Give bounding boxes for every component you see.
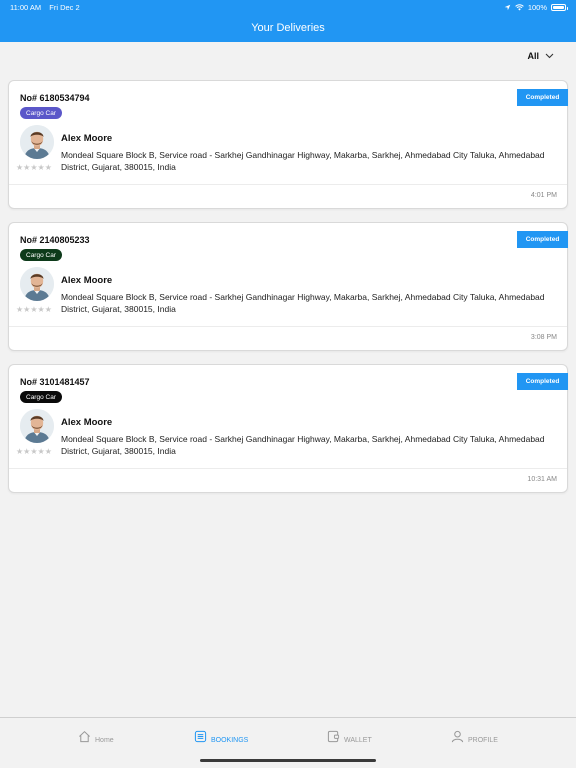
- battery-icon: [551, 3, 568, 11]
- home-icon: [79, 730, 90, 743]
- nav-item-home[interactable]: Home: [78, 730, 114, 744]
- nav-label-wallet: WALLET: [344, 737, 372, 744]
- filter-label: All: [527, 51, 539, 61]
- order-number: No# 2140805233: [20, 235, 90, 245]
- delivery-card[interactable]: No# 3101481457 Cargo Car Completed ★★★★★…: [8, 364, 568, 493]
- wifi-icon: [515, 3, 524, 10]
- nav-label-bookings: BOOKINGS: [211, 737, 249, 744]
- nav-item-profile[interactable]: PROFILE: [451, 730, 498, 744]
- bookings-icon: [194, 730, 207, 743]
- nav-label-profile: PROFILE: [468, 737, 498, 744]
- filter-dropdown[interactable]: All: [527, 48, 554, 64]
- vehicle-badge: Cargo Car: [20, 107, 62, 119]
- card-divider: [9, 468, 567, 469]
- avatar: [20, 409, 54, 443]
- driver-name: Alex Moore: [61, 417, 113, 428]
- delivery-address: Mondeal Square Block B, Service road - S…: [61, 434, 545, 456]
- status-bar-right: 100%: [504, 2, 568, 12]
- battery-percent: 100%: [527, 2, 547, 12]
- vehicle-badge: Cargo Car: [20, 391, 62, 403]
- delivery-time: 4:01 PM: [530, 192, 557, 199]
- status-bar-left: 11:00 AM Fri Dec 2: [10, 3, 86, 12]
- nav-label-home: Home: [95, 737, 114, 744]
- wallet-icon: [327, 730, 340, 743]
- driver-name: Alex Moore: [61, 133, 113, 144]
- status-badge: Completed: [517, 373, 568, 390]
- delivery-card[interactable]: No# 2140805233 Cargo Car Completed ★★★★★…: [8, 222, 568, 351]
- card-divider: [9, 184, 567, 185]
- rating-stars: ★★★★★: [16, 305, 52, 314]
- profile-icon: [451, 730, 464, 743]
- page-title: Your Deliveries: [251, 22, 325, 34]
- order-number: No# 3101481457: [20, 377, 90, 387]
- delivery-card[interactable]: No# 6180534794 Cargo Car Completed ★★★★★…: [8, 80, 568, 209]
- status-badge: Completed: [517, 89, 568, 106]
- delivery-address: Mondeal Square Block B, Service road - S…: [61, 292, 545, 314]
- avatar: [20, 267, 54, 301]
- location-icon: [504, 4, 511, 10]
- rating-stars: ★★★★★: [16, 447, 52, 456]
- home-indicator: [200, 759, 376, 762]
- status-time: 11:00 AM: [10, 2, 42, 12]
- order-number: No# 6180534794: [20, 93, 90, 103]
- delivery-address: Mondeal Square Block B, Service road - S…: [61, 150, 545, 172]
- rating-stars: ★★★★★: [16, 163, 52, 172]
- avatar: [20, 125, 54, 159]
- card-divider: [9, 326, 567, 327]
- delivery-time: 10:31 AM: [527, 476, 557, 483]
- status-bar: 11:00 AM Fri Dec 2 100%: [0, 0, 576, 14]
- vehicle-badge: Cargo Car: [20, 249, 62, 261]
- status-badge: Completed: [517, 231, 568, 248]
- delivery-time: 3:08 PM: [530, 334, 557, 341]
- nav-item-wallet[interactable]: WALLET: [327, 730, 372, 744]
- app-header: Your Deliveries: [0, 14, 576, 42]
- chevron-down-icon: [545, 53, 554, 59]
- status-date: Fri Dec 2: [49, 2, 80, 12]
- driver-name: Alex Moore: [61, 275, 113, 286]
- nav-item-bookings[interactable]: BOOKINGS: [194, 730, 249, 744]
